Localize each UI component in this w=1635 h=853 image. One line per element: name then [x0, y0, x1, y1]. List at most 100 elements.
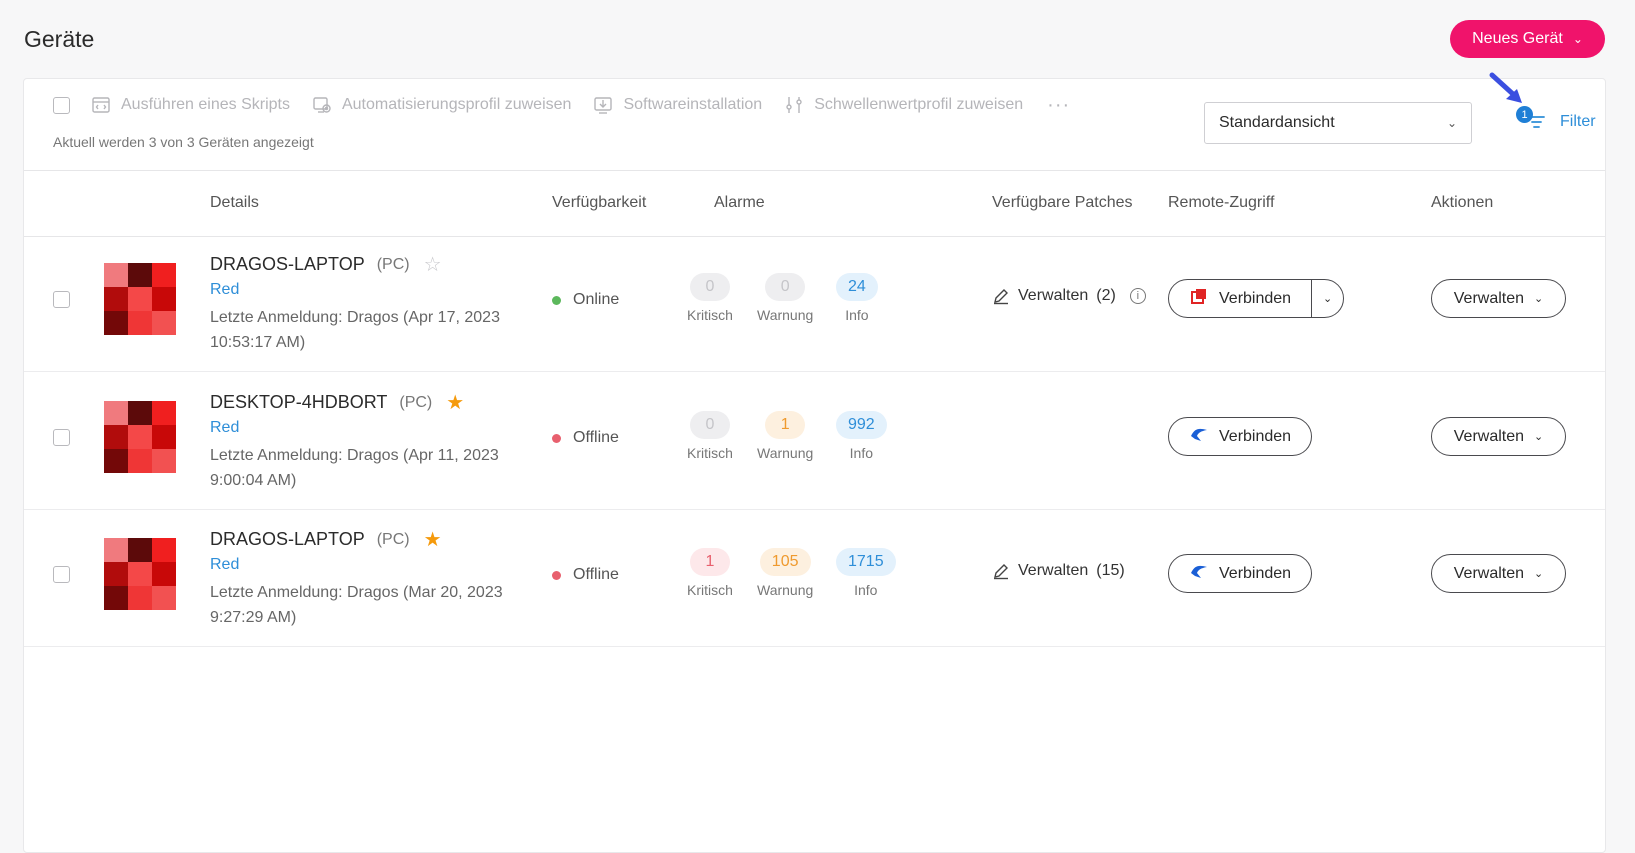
patches-label: Verwalten	[1018, 562, 1089, 579]
alarm-warning[interactable]: 0 Warnung	[757, 273, 813, 323]
critical-label: Kritisch	[687, 307, 733, 323]
automation-profile-icon	[313, 97, 331, 113]
chevron-down-icon: ⌄	[1446, 116, 1457, 130]
alarm-critical[interactable]: 1 Kritisch	[687, 548, 733, 598]
device-name[interactable]: DESKTOP-4HDBORT	[210, 392, 387, 413]
edit-pencil-icon	[994, 289, 1008, 305]
info-count-badge: 24	[836, 273, 878, 301]
row-checkbox[interactable]	[53, 291, 70, 308]
last-login-line2: 9:00:04 AM)	[210, 472, 297, 489]
favorite-star-icon[interactable]: ★	[446, 390, 464, 415]
alarm-critical[interactable]: 0 Kritisch	[687, 273, 733, 323]
alarm-warning[interactable]: 1 Warnung	[757, 411, 813, 461]
table-row[interactable]: DRAGOS-LAPTOP (PC) ☆ Red Letzte Anmeldun…	[24, 229, 1605, 372]
header-details: Details	[210, 194, 259, 211]
status-label: Offline	[573, 566, 619, 583]
warning-count-badge: 105	[759, 548, 811, 576]
table-row[interactable]: DESKTOP-4HDBORT (PC) ★ Red Letzte Anmeld…	[24, 367, 1605, 510]
splashtop-icon	[1189, 561, 1209, 586]
critical-label: Kritisch	[687, 582, 733, 598]
device-organization[interactable]: Red	[210, 419, 239, 437]
warning-count-badge: 0	[765, 273, 806, 301]
edit-pencil-icon	[994, 564, 1008, 580]
patches-label: Verwalten	[1018, 287, 1089, 304]
favorite-star-icon[interactable]: ☆	[424, 252, 442, 277]
manage-label: Verwalten	[1453, 427, 1525, 445]
alarm-warning[interactable]: 105 Warnung	[757, 548, 813, 598]
alarm-info[interactable]: 24 Info	[836, 273, 878, 323]
device-name[interactable]: DRAGOS-LAPTOP	[210, 529, 365, 550]
run-script-action[interactable]: Ausführen eines Skripts	[91, 95, 290, 115]
last-login-line1: Letzte Anmeldung: Dragos (Apr 17, 2023	[210, 309, 500, 326]
critical-label: Kritisch	[687, 445, 733, 461]
last-login-line2: 9:27:29 AM)	[210, 609, 297, 626]
patches-manage-link[interactable]: Verwalten (15) i	[992, 562, 1125, 580]
info-label: Info	[849, 445, 874, 461]
info-label: Info	[854, 582, 878, 598]
teamviewer-icon	[1189, 286, 1209, 311]
assign-threshold-action[interactable]: Schwellenwertprofil zuweisen	[784, 95, 1023, 115]
device-name[interactable]: DRAGOS-LAPTOP	[210, 254, 365, 275]
devices-card: Ausführen eines Skripts Automatisierungs…	[23, 72, 1606, 853]
connect-button-group: Verbinden	[1168, 554, 1313, 593]
patches-count: (15)	[1096, 562, 1125, 579]
device-avatar	[104, 401, 176, 473]
patches-manage-link[interactable]: Verwalten (2) i	[992, 287, 1146, 305]
critical-count-badge: 0	[689, 273, 730, 301]
status-dot-icon	[552, 570, 561, 580]
status-dot-icon	[552, 295, 561, 305]
device-organization[interactable]: Red	[210, 556, 239, 574]
new-device-label: Neues Gerät	[1472, 30, 1563, 47]
page-title: Geräte	[24, 26, 95, 52]
info-icon[interactable]: i	[1129, 288, 1146, 304]
status-dot-icon	[552, 433, 561, 443]
favorite-star-icon[interactable]: ★	[424, 527, 442, 552]
sliders-icon	[786, 97, 802, 113]
chevron-down-icon: ⌄	[1534, 431, 1544, 443]
info-count-badge: 992	[836, 411, 887, 439]
row-checkbox[interactable]	[53, 566, 70, 583]
connect-button-group: Verbinden	[1168, 417, 1313, 456]
table-row[interactable]: DRAGOS-LAPTOP (PC) ★ Red Letzte Anmeldun…	[24, 504, 1605, 647]
software-install-action[interactable]: Softwareinstallation	[593, 95, 762, 115]
assign-automation-action[interactable]: Automatisierungsprofil zuweisen	[312, 95, 571, 115]
software-install-label: Softwareinstallation	[623, 96, 763, 113]
manage-button[interactable]: Verwalten ⌄	[1431, 554, 1566, 593]
more-actions-icon[interactable]: ···	[1047, 95, 1070, 115]
header-remote: Remote-Zugriff	[1168, 194, 1275, 211]
device-avatar	[104, 263, 176, 335]
manage-button[interactable]: Verwalten ⌄	[1431, 279, 1566, 318]
filter-label: Filter	[1560, 113, 1596, 130]
warning-count-badge: 1	[765, 411, 806, 439]
filter-button[interactable]: 1 Filter	[1516, 106, 1596, 135]
view-select-value: Standardansicht	[1219, 114, 1335, 131]
manage-label: Verwalten	[1453, 289, 1525, 307]
info-label: Info	[845, 307, 869, 323]
connect-dropdown-toggle[interactable]: ⌄	[1311, 280, 1343, 317]
alarm-critical[interactable]: 0 Kritisch	[687, 411, 733, 461]
header-actions: Aktionen	[1431, 194, 1494, 211]
bulk-toolbar: Ausführen eines Skripts Automatisierungs…	[24, 72, 1605, 171]
run-script-label: Ausführen eines Skripts	[121, 96, 290, 113]
last-login-line2: 10:53:17 AM)	[210, 334, 306, 351]
chevron-down-icon: ⌄	[1572, 32, 1583, 46]
patches-count: (2)	[1096, 287, 1116, 304]
device-organization[interactable]: Red	[210, 281, 239, 299]
chevron-down-icon: ⌄	[1534, 568, 1544, 580]
view-select[interactable]: Standardansicht ⌄	[1204, 102, 1472, 144]
last-login-line1: Letzte Anmeldung: Dragos (Mar 20, 2023	[210, 584, 503, 601]
connect-button[interactable]: Verbinden	[1169, 280, 1311, 317]
connect-button-group: Verbinden ⌄	[1168, 279, 1345, 318]
select-all-checkbox[interactable]	[53, 97, 70, 114]
assign-automation-label: Automatisierungsprofil zuweisen	[341, 96, 572, 113]
availability-status: Online	[552, 291, 619, 309]
row-checkbox[interactable]	[53, 429, 70, 446]
availability-status: Offline	[552, 566, 619, 584]
alarm-info[interactable]: 1715 Info	[836, 548, 896, 598]
device-type: (PC)	[376, 255, 410, 273]
connect-button[interactable]: Verbinden	[1169, 418, 1311, 455]
alarm-info[interactable]: 992 Info	[836, 411, 887, 461]
manage-button[interactable]: Verwalten ⌄	[1431, 417, 1566, 456]
connect-button[interactable]: Verbinden	[1169, 555, 1311, 592]
new-device-button[interactable]: Neues Gerät ⌄	[1450, 20, 1605, 58]
